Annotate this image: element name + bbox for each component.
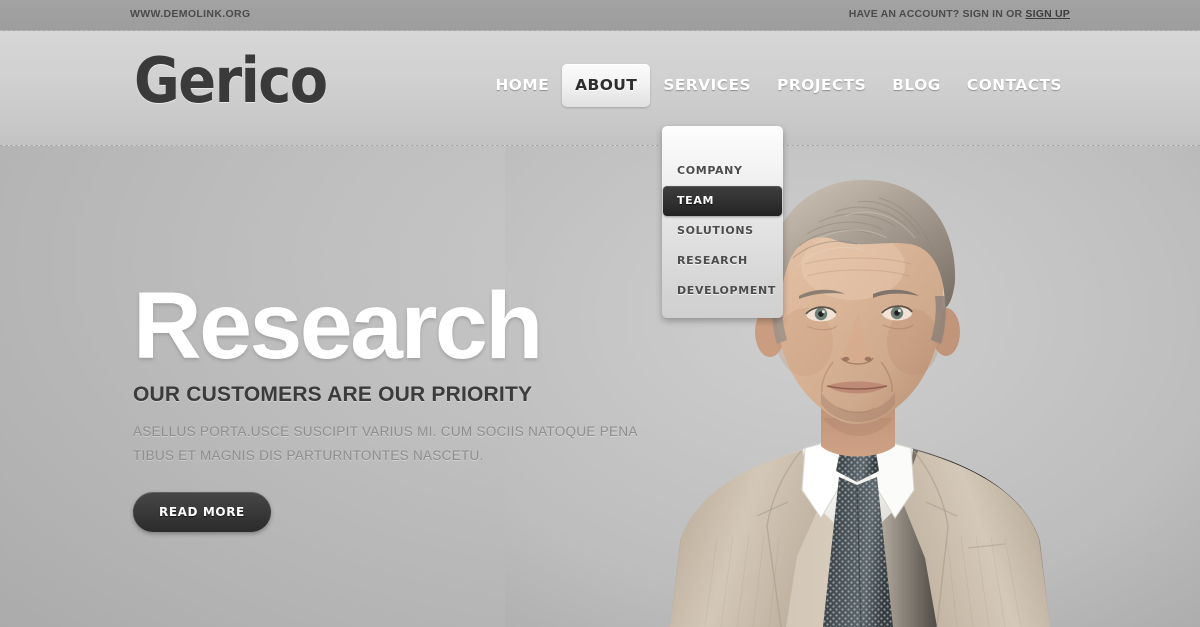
nav-item-services[interactable]: SERVICES	[650, 64, 764, 107]
site-url-link[interactable]: WWW.DEMOLINK.ORG	[130, 8, 251, 20]
hero-subtitle: OUR CUSTOMERS ARE OUR PRIORITY	[133, 383, 533, 406]
dropdown-item-company[interactable]: COMPANY	[663, 156, 782, 186]
nav-item-about[interactable]: ABOUT	[562, 64, 651, 107]
site-header: Gerico HOME ABOUT SERVICES PROJECTS BLOG…	[0, 31, 1200, 146]
nav-item-projects[interactable]: PROJECTS	[764, 64, 879, 107]
hero-title: Research	[133, 273, 543, 379]
top-utility-bar-inner: WWW.DEMOLINK.ORG HAVE AN ACCOUNT? SIGN I…	[130, 0, 1070, 31]
account-area: HAVE AN ACCOUNT? SIGN IN OR SIGN UP	[849, 8, 1070, 20]
dropdown-item-development[interactable]: DEVELOPMENT	[663, 276, 782, 306]
nav-item-contacts[interactable]: CONTACTS	[954, 64, 1075, 107]
dropdown-item-team[interactable]: TEAM	[663, 186, 782, 216]
nav-item-blog[interactable]: BLOG	[879, 64, 954, 107]
site-header-inner: Gerico HOME ABOUT SERVICES PROJECTS BLOG…	[130, 31, 1070, 146]
top-utility-bar: WWW.DEMOLINK.ORG HAVE AN ACCOUNT? SIGN I…	[0, 0, 1200, 31]
main-navigation: HOME ABOUT SERVICES PROJECTS BLOG CONTAC…	[482, 64, 1075, 107]
about-dropdown-menu: COMPANY TEAM SOLUTIONS RESEARCH DEVELOPM…	[662, 126, 783, 318]
nav-item-home[interactable]: HOME	[482, 64, 562, 107]
sign-up-link[interactable]: SIGN UP	[1025, 8, 1070, 20]
hero-section: Research OUR CUSTOMERS ARE OUR PRIORITY …	[0, 146, 1200, 627]
dropdown-item-solutions[interactable]: SOLUTIONS	[663, 216, 782, 246]
dropdown-item-research[interactable]: RESEARCH	[663, 246, 782, 276]
account-prompt-text: HAVE AN ACCOUNT? SIGN IN OR	[848, 8, 1026, 20]
page-root: WWW.DEMOLINK.ORG HAVE AN ACCOUNT? SIGN I…	[0, 0, 1200, 627]
hero-text-block: Research OUR CUSTOMERS ARE OUR PRIORITY …	[133, 273, 653, 532]
read-more-button[interactable]: READ MORE	[133, 492, 271, 532]
hero-description: ASELLUS PORTA.USCE SUSCIPIT VARIUS MI. C…	[133, 424, 637, 463]
site-logo[interactable]: Gerico	[134, 50, 328, 112]
